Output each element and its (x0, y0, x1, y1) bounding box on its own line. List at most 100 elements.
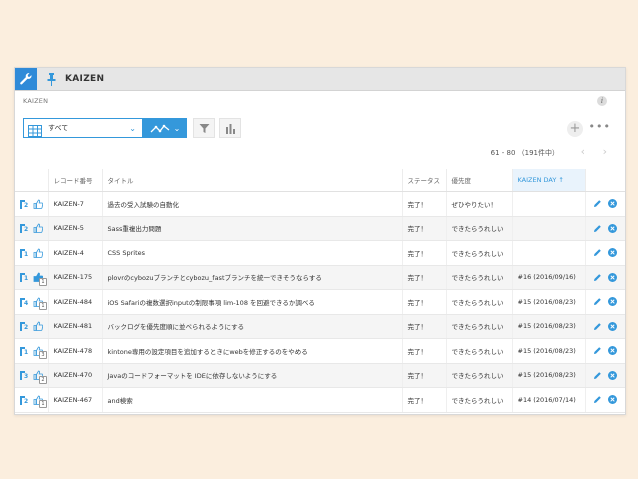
table-row[interactable]: 1 1 KAIZEN-175 plovrのcybozuブランチとcybozu_fast… (15, 265, 625, 290)
record-number[interactable]: KAIZEN-5 (48, 216, 103, 241)
table-row[interactable]: 1 3 KAIZEN-478 kintone専用の設定項目を追加するときにwebを修正… (15, 338, 625, 364)
info-icon[interactable]: i (597, 96, 607, 106)
app-header: KAIZEN (15, 68, 625, 91)
table-row[interactable]: 1 KAIZEN-4 CSS Sprites 完了！ できたらうれしい (15, 240, 625, 266)
prev-page-button[interactable]: ‹ (581, 145, 585, 158)
flags-cell: 2 (15, 216, 49, 241)
delete-icon[interactable] (608, 346, 617, 356)
header-priority[interactable]: 優先度 (446, 169, 513, 192)
app-window: KAIZEN KAIZEN i すべて ⌄ ⌄ + ••• 61 - 80 （1… (14, 67, 626, 415)
view-select-label: すべて (48, 124, 69, 132)
level-number: 1 (24, 275, 29, 283)
record-kaizen-day (512, 216, 586, 241)
delete-icon[interactable] (608, 395, 617, 405)
next-page-button[interactable]: › (603, 145, 607, 158)
table-row[interactable]: 3 2 KAIZEN-470 Javaのコードフォーマットを IDEに依存しないように… (15, 363, 625, 388)
record-number[interactable]: KAIZEN-7 (48, 191, 103, 217)
level-number: 2 (24, 201, 29, 209)
delete-icon[interactable] (608, 223, 617, 233)
like-count: 1 (39, 400, 47, 408)
pagination: 61 - 80 （191件中） ‹ › (15, 143, 625, 161)
view-select[interactable]: すべて ⌄ (23, 118, 143, 138)
record-priority: ぜひやりたい！ (446, 191, 513, 217)
record-status: 完了！ (402, 265, 447, 290)
delete-icon[interactable] (608, 370, 617, 380)
chart-button[interactable] (219, 118, 241, 138)
record-title: plovrのcybozuブランチとcybozu_fastブランチを統一できそうな… (102, 265, 403, 290)
flags-cell: 2 (15, 191, 49, 217)
flags-cell: 32 (15, 363, 49, 388)
record-number[interactable]: KAIZEN-470 (48, 363, 103, 388)
record-status: 完了！ (402, 191, 447, 217)
table-row[interactable]: 2 KAIZEN-7 過去の受入試験の自動化 完了！ ぜひやりたい！ (15, 191, 625, 217)
table-row[interactable]: 2 1 KAIZEN-467 and検索 完了！ できたらうれしい #14 (2016/07… (15, 387, 625, 413)
record-priority: できたらうれしい (446, 338, 513, 364)
thumbs-up-icon[interactable] (33, 248, 44, 258)
graph-button[interactable]: ⌄ (143, 118, 187, 138)
delete-icon[interactable] (608, 248, 617, 258)
table-row[interactable]: 2 KAIZEN-5 Sass重複出力問題 完了！ できたらうれしい (15, 216, 625, 241)
table-row[interactable]: 2 KAIZEN-481 バックログを優先度順に並べられるようにする 完了！ できたらう… (15, 314, 625, 339)
record-title: CSS Sprites (102, 240, 403, 266)
level-number: 2 (24, 226, 29, 234)
wrench-icon[interactable] (15, 68, 37, 90)
actions-cell (585, 216, 625, 241)
like-count: 1 (39, 277, 47, 286)
more-options-button[interactable]: ••• (589, 120, 611, 133)
delete-icon[interactable] (608, 297, 617, 307)
record-number[interactable]: KAIZEN-478 (48, 338, 103, 364)
actions-cell (585, 363, 625, 388)
record-kaizen-day: #15 (2016/08/23) (512, 338, 586, 364)
pencil-icon[interactable] (593, 297, 602, 306)
pencil-icon[interactable] (593, 224, 602, 233)
record-priority: できたらうれしい (446, 387, 513, 413)
pin-icon[interactable] (47, 72, 57, 86)
flags-cell: 1 (15, 240, 49, 266)
pencil-icon[interactable] (593, 322, 602, 331)
breadcrumb: KAIZEN i (15, 91, 625, 111)
record-status: 完了！ (402, 314, 447, 339)
delete-icon[interactable] (608, 272, 617, 282)
level-number: 2 (24, 324, 29, 332)
flag-level-icon: 4 (20, 296, 31, 308)
record-number[interactable]: KAIZEN-4 (48, 240, 103, 266)
table-row[interactable]: 4 1 KAIZEN-484 iOS Safariの複数選択inputの制限事項 li… (15, 289, 625, 315)
level-number: 1 (24, 250, 29, 258)
header-kaizen-day[interactable]: KAIZEN DAY ↑ (512, 169, 586, 192)
header-title[interactable]: タイトル (102, 169, 403, 192)
thumbs-up-icon[interactable] (33, 223, 44, 234)
pencil-icon[interactable] (593, 273, 602, 282)
records-table: レコード番号 タイトル ステータス 優先度 KAIZEN DAY ↑ 2 KAIZ… (15, 169, 625, 413)
pencil-icon[interactable] (593, 395, 602, 404)
record-status: 完了！ (402, 240, 447, 266)
table-view-icon (28, 122, 42, 137)
record-number[interactable]: KAIZEN-175 (48, 265, 103, 290)
pencil-icon[interactable] (593, 199, 602, 208)
delete-icon[interactable] (608, 321, 617, 331)
level-number: 1 (24, 348, 29, 356)
filter-button[interactable] (193, 118, 215, 138)
record-number[interactable]: KAIZEN-484 (48, 289, 103, 315)
pencil-icon[interactable] (593, 371, 602, 380)
record-kaizen-day: #15 (2016/08/23) (512, 314, 586, 339)
add-record-button[interactable]: + (567, 121, 583, 137)
pencil-icon[interactable] (593, 248, 602, 257)
pencil-icon[interactable] (593, 346, 602, 355)
delete-icon[interactable] (608, 199, 617, 209)
level-number: 3 (24, 373, 29, 381)
record-number[interactable]: KAIZEN-467 (48, 387, 103, 413)
record-title: kintone専用の設定項目を追加するときにwebを修正するのをやめる (102, 338, 403, 364)
header-record-number[interactable]: レコード番号 (48, 169, 103, 192)
record-kaizen-day: #15 (2016/08/23) (512, 289, 586, 315)
thumbs-up-icon[interactable] (33, 321, 44, 332)
record-status: 完了！ (402, 387, 447, 413)
filter-icon (199, 119, 210, 138)
actions-cell (585, 265, 625, 290)
record-kaizen-day: #14 (2016/07/14) (512, 387, 586, 413)
thumbs-up-icon[interactable] (33, 199, 44, 209)
like-count: 3 (39, 351, 47, 359)
flags-cell: 21 (15, 387, 49, 413)
header-status[interactable]: ステータス (402, 169, 447, 192)
flag-level-icon: 1 (20, 345, 31, 357)
record-number[interactable]: KAIZEN-481 (48, 314, 103, 339)
